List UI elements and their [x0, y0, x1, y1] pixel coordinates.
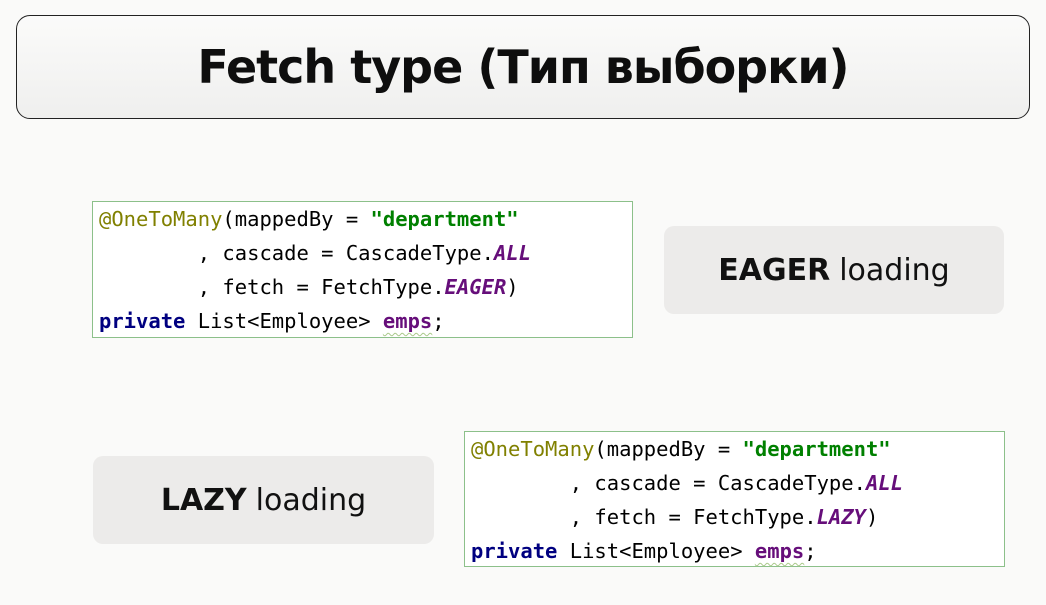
code-line-field: private List<Employee> emps;: [471, 534, 1004, 568]
semicolon-token: ;: [432, 309, 445, 333]
type-token: List<Employee>: [185, 309, 383, 333]
lazy-label-strong: LAZY: [160, 482, 247, 518]
mapped-by-token: (mappedBy =: [594, 437, 743, 461]
code-line-fetch: , fetch = FetchType.LAZY): [471, 500, 1004, 534]
field-token: emps: [754, 539, 805, 563]
title-box: Fetch type (Тип выборки): [16, 15, 1030, 119]
fetch-value-token: EAGER: [444, 275, 507, 299]
code-line-annotation: @OneToMany(mappedBy = "department": [471, 432, 1004, 466]
eager-label-rest: loading: [839, 252, 950, 288]
cascade-prefix-token: , cascade = CascadeType.: [99, 241, 494, 265]
eager-loading-label: EAGER loading: [664, 226, 1004, 314]
cascade-value-token: ALL: [865, 471, 903, 495]
fetch-prefix-token: , fetch = FetchType.: [471, 505, 817, 529]
code-block-lazy: @OneToMany(mappedBy = "department" , cas…: [464, 431, 1005, 567]
code-line-cascade: , cascade = CascadeType.ALL: [99, 236, 632, 270]
mapped-by-token: (mappedBy =: [222, 207, 371, 231]
close-paren-token: ): [865, 505, 879, 529]
fetch-prefix-token: , fetch = FetchType.: [99, 275, 445, 299]
code-line-field: private List<Employee> emps;: [99, 304, 632, 338]
code-line-annotation: @OneToMany(mappedBy = "department": [99, 202, 632, 236]
code-block-eager: @OneToMany(mappedBy = "department" , cas…: [92, 201, 633, 338]
slide-title: Fetch type (Тип выборки): [197, 40, 849, 94]
semicolon-token: ;: [804, 539, 817, 563]
annotation-token: @OneToMany: [471, 437, 595, 461]
code-line-fetch: , fetch = FetchType.EAGER): [99, 270, 632, 304]
close-paren-token: ): [506, 275, 519, 299]
code-line-cascade: , cascade = CascadeType.ALL: [471, 466, 1004, 500]
fetch-value-token: LAZY: [816, 505, 866, 529]
keyword-token: private: [99, 309, 186, 333]
cascade-prefix-token: , cascade = CascadeType.: [471, 471, 866, 495]
eager-label-strong: EAGER: [718, 252, 831, 288]
cascade-value-token: ALL: [493, 241, 531, 265]
lazy-loading-label: LAZY loading: [93, 456, 434, 544]
keyword-token: private: [471, 539, 558, 563]
annotation-token: @OneToMany: [99, 207, 223, 231]
mapped-value-token: "department": [370, 207, 519, 231]
field-token: emps: [382, 309, 433, 333]
type-token: List<Employee>: [557, 539, 755, 563]
mapped-value-token: "department": [742, 437, 891, 461]
lazy-label-rest: loading: [255, 482, 367, 518]
